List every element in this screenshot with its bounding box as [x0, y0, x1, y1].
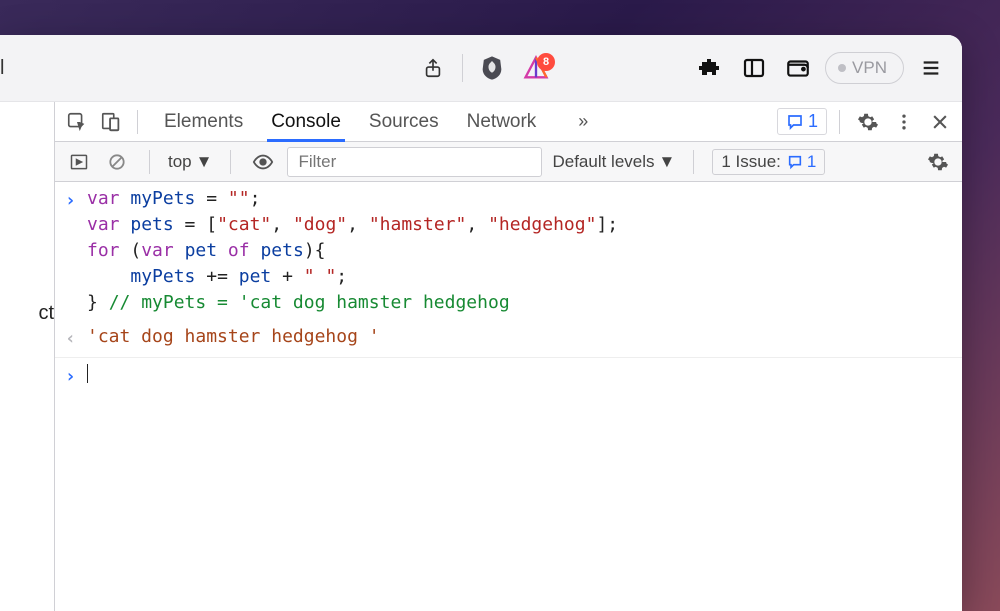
page-content-sliver: ct: [0, 102, 54, 611]
console-body[interactable]: › var myPets = ""; var pets = ["cat", "d…: [55, 182, 962, 611]
devtools-tabbar: Elements Console Sources Network » 1: [55, 102, 962, 142]
devtools-tabs: Elements Console Sources Network »: [162, 102, 596, 141]
gear-icon[interactable]: [852, 106, 884, 138]
vpn-label: VPN: [852, 58, 887, 78]
separator: [149, 150, 150, 174]
url-bar-fragment[interactable]: l: [0, 35, 10, 101]
wallet-icon[interactable]: [781, 51, 815, 85]
brave-shield-icon[interactable]: [475, 51, 509, 85]
execution-context-select[interactable]: top ▼: [168, 152, 212, 172]
device-emulation-icon[interactable]: [95, 106, 127, 138]
messages-count: 1: [808, 111, 818, 132]
devtools-panel: Elements Console Sources Network » 1: [54, 102, 962, 611]
execute-icon[interactable]: [65, 148, 93, 176]
separator: [839, 110, 840, 134]
more-tabs-icon[interactable]: »: [570, 111, 596, 132]
share-icon[interactable]: [416, 51, 450, 85]
caret: [87, 364, 88, 383]
toolbar-right-group: 8: [416, 51, 948, 85]
brave-rewards-icon[interactable]: 8: [519, 51, 553, 85]
console-output-text: 'cat dog hamster hedgehog ': [87, 324, 952, 352]
tab-sources[interactable]: Sources: [367, 102, 441, 141]
page-fragment-text: ct: [38, 302, 54, 324]
issue-prefix: 1 Issue:: [721, 152, 781, 172]
rewards-badge: 8: [537, 53, 555, 71]
issue-count: 1: [807, 152, 816, 172]
browser-toolbar: l 8: [0, 35, 962, 102]
close-icon[interactable]: [924, 106, 956, 138]
context-label: top: [168, 152, 192, 172]
clear-console-icon[interactable]: [103, 148, 131, 176]
vpn-button[interactable]: VPN: [825, 52, 904, 84]
input-chevron-icon: ›: [65, 186, 87, 316]
triangle-down-icon: ▼: [196, 152, 213, 172]
issues-button[interactable]: 1 Issue: 1: [712, 149, 825, 175]
eye-icon[interactable]: [249, 148, 277, 176]
console-prompt[interactable]: [87, 362, 952, 390]
console-settings-gear-icon[interactable]: [924, 148, 952, 176]
tab-network[interactable]: Network: [465, 102, 539, 141]
kebab-menu-icon[interactable]: [888, 106, 920, 138]
triangle-down-icon: ▼: [659, 152, 676, 172]
console-input-row: › var myPets = ""; var pets = ["cat", "d…: [55, 182, 962, 320]
messages-count-button[interactable]: 1: [777, 108, 827, 135]
separator: [230, 150, 231, 174]
levels-select[interactable]: Default levels ▼: [552, 152, 675, 172]
console-input-code: var myPets = ""; var pets = ["cat", "dog…: [87, 186, 952, 316]
issue-link: 1: [787, 152, 816, 172]
tab-console[interactable]: Console: [269, 102, 343, 141]
devtools-tabbar-right: 1: [777, 106, 956, 138]
vpn-status-dot: [838, 64, 846, 72]
browser-window: l 8: [0, 35, 962, 611]
separator: [462, 54, 463, 82]
console-toolbar: top ▼ Default levels ▼ 1 Issue:: [55, 142, 962, 182]
filter-input[interactable]: [287, 147, 542, 177]
inspect-element-icon[interactable]: [61, 106, 93, 138]
tab-elements[interactable]: Elements: [162, 102, 245, 141]
console-prompt-row[interactable]: ›: [55, 358, 962, 394]
input-chevron-icon: ›: [65, 362, 87, 390]
extensions-icon[interactable]: [693, 51, 727, 85]
output-chevron-icon: ‹: [65, 324, 87, 352]
separator: [693, 150, 694, 174]
separator: [137, 110, 138, 134]
hamburger-menu-icon[interactable]: [914, 51, 948, 85]
levels-label: Default levels: [552, 152, 654, 172]
console-output-row: ‹ 'cat dog hamster hedgehog ': [55, 320, 962, 357]
sidebar-panel-icon[interactable]: [737, 51, 771, 85]
